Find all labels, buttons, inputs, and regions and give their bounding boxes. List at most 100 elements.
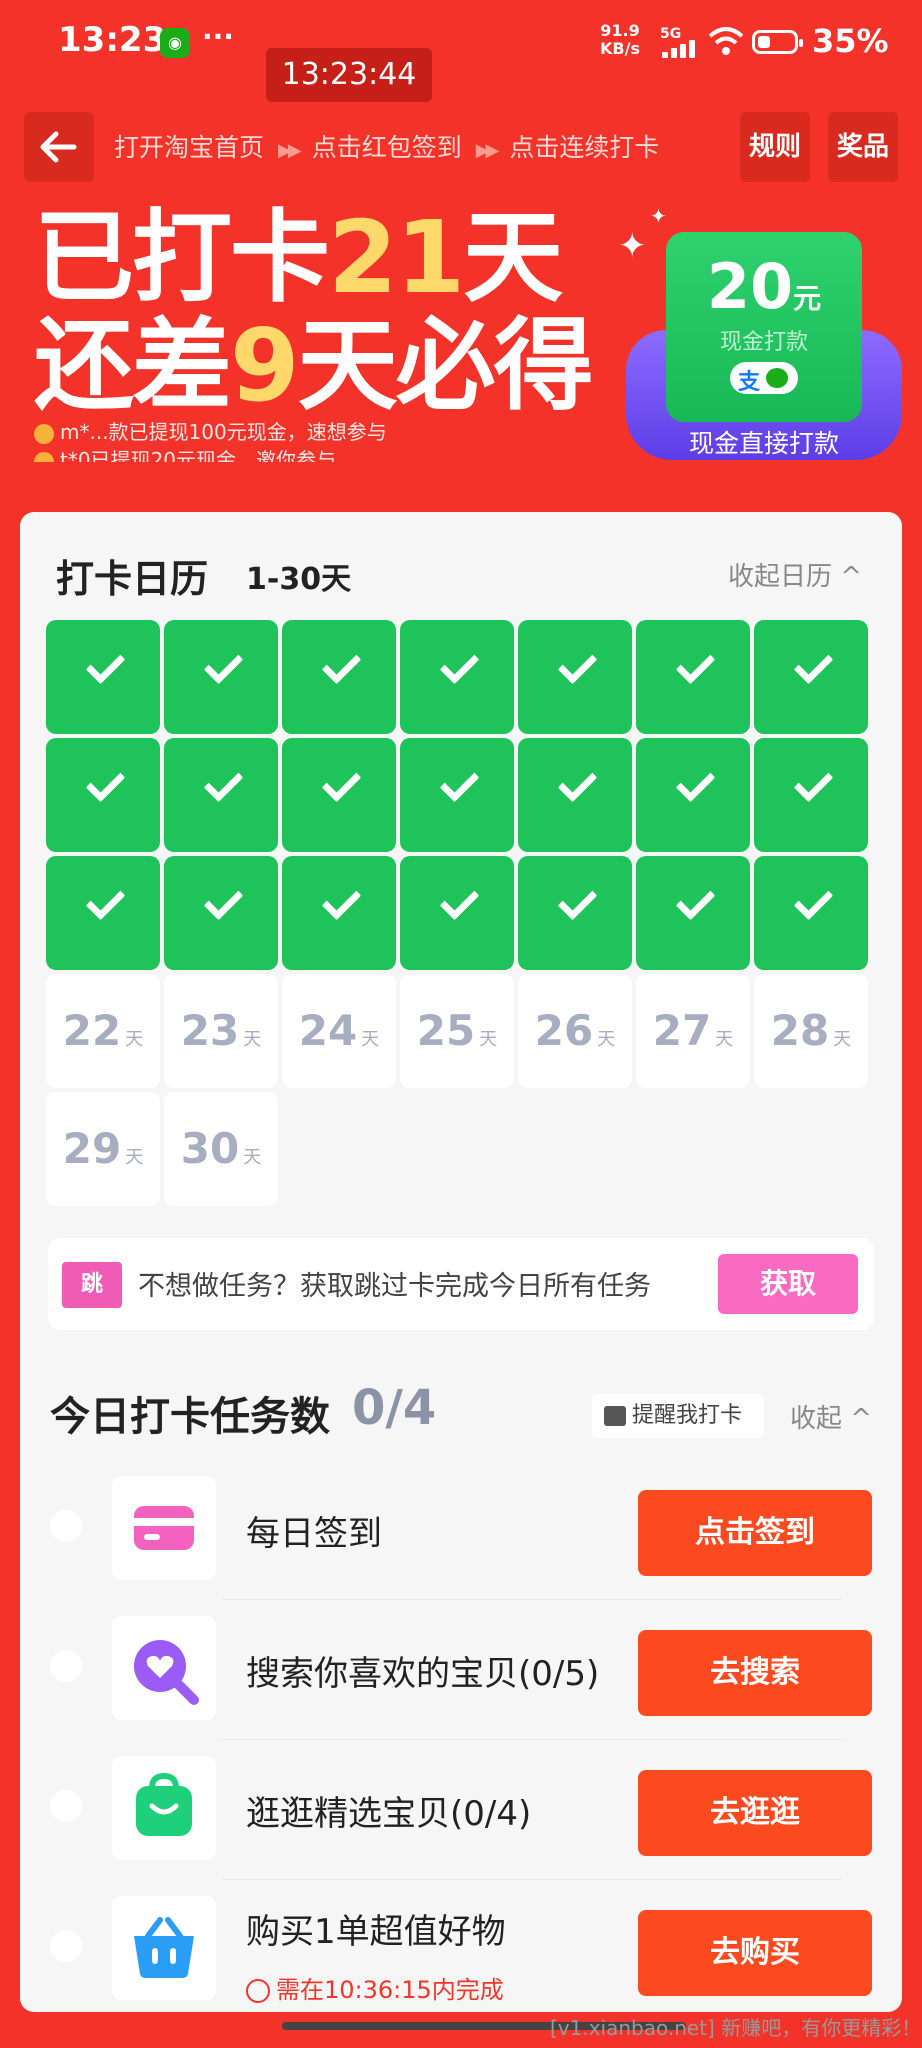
day-number: 23 (180, 1006, 240, 1055)
clock-icon (246, 1979, 270, 2003)
day-unit: 天 (715, 1029, 734, 1050)
checkmark-icon (203, 644, 244, 685)
calendar-day-pending: 26 天 (518, 974, 632, 1088)
task-item: 搜索你喜欢的宝贝(0/5) 去搜索 (40, 1602, 880, 1740)
collapse-calendar-button[interactable]: 收起日历 ^ (728, 556, 862, 593)
calendar-day-pending: 29 天 (46, 1092, 160, 1206)
wechat-icon: ◉ (160, 28, 190, 58)
day-unit: 天 (479, 1029, 498, 1050)
guide-step-1: 打开淘宝首页 (114, 133, 265, 162)
status-bar: 13:23 ◉ ··· 91.9 KB/s 5G 35% (0, 0, 922, 86)
checkmark-icon (793, 644, 834, 685)
remind-button[interactable]: 提醒我打卡 (592, 1394, 764, 1438)
checkmark-icon (203, 880, 244, 921)
withdraw-ticker: m*...款已提现100元现金，速想参与 t*0已提现20元现金，邀你参与 (34, 418, 494, 462)
checkmark-icon (85, 762, 126, 803)
divider (222, 1739, 842, 1740)
day-unit: 天 (125, 1029, 144, 1050)
step-arrow-icon: ▶▶ (278, 140, 302, 161)
network-speed-unit: KB/s (600, 39, 640, 58)
reward-amount: 20元 (666, 250, 862, 323)
ticker-text: t*0已提现20元现金，邀你参与 (60, 448, 337, 462)
checkmark-icon (321, 762, 362, 803)
go-search-button[interactable]: 去搜索 (638, 1630, 872, 1716)
calendar-day-done (164, 856, 278, 970)
calendar-day-done (636, 738, 750, 852)
remaining-days-number: 9 (230, 307, 300, 424)
wechat-pay-icon (766, 368, 788, 388)
headline-text: 天 (463, 199, 563, 316)
task-item: 每日签到 点击签到 (40, 1462, 880, 1600)
get-skip-card-button[interactable]: 获取 (718, 1254, 858, 1314)
guide-step-3: 点击连续打卡 (509, 133, 660, 162)
calendar-day-pending: 23 天 (164, 974, 278, 1088)
day-number: 30 (180, 1124, 240, 1173)
back-button[interactable] (24, 112, 94, 182)
headline-text: 还差 (34, 307, 232, 424)
remind-label: 提醒我打卡 (632, 1403, 743, 1428)
calendar-day-pending: 27 天 (636, 974, 750, 1088)
guide-steps: 打开淘宝首页 ▶▶ 点击红包签到 ▶▶ 点击连续打卡 (114, 128, 659, 164)
headline-text: 已打卡 (34, 199, 330, 316)
calendar-day-pending: 25 天 (400, 974, 514, 1088)
step-arrow-icon: ▶▶ (475, 140, 500, 161)
day-number: 27 (652, 1006, 712, 1055)
card-icon (112, 1476, 216, 1580)
overlay-clock: 13:23:44 (266, 48, 432, 102)
calendar-day-done (754, 856, 868, 970)
reward-amount-value: 20 (706, 250, 794, 323)
calendar-day-done (400, 738, 514, 852)
calendar-day-done (282, 620, 396, 734)
task-item: 逛逛精选宝贝(0/4) 去逛逛 (40, 1742, 880, 1880)
task-status-radio (50, 1510, 82, 1542)
checkmark-icon (85, 880, 126, 921)
watermark: [v1.xianbao.net] 新赚吧，有你更精彩！ (550, 2016, 922, 2040)
calendar-day-done (400, 856, 514, 970)
checkmark-icon (793, 880, 834, 921)
user-avatar-icon (34, 451, 54, 462)
top-nav: 打开淘宝首页 ▶▶ 点击红包签到 ▶▶ 点击连续打卡 规则 奖品 (0, 110, 922, 186)
calendar-day-done (282, 856, 396, 970)
task-name: 购买1单超值好物 (246, 1912, 506, 1952)
calendar-day-done (164, 738, 278, 852)
sparkle-icon: ✦ (618, 226, 647, 266)
go-browse-button[interactable]: 去逛逛 (638, 1770, 872, 1856)
calendar-grid: 22 天 23 天 24 天 25 天 26 天 27 天 28 天 29 天 30 天 (46, 620, 868, 1206)
reward-card[interactable]: 20元 现金打款 支 (666, 232, 862, 422)
battery-percent: 35% (812, 22, 889, 60)
checked-days-number: 21 (328, 199, 465, 316)
status-more-dots: ··· (202, 20, 234, 53)
prizes-button[interactable]: 奖品 (828, 112, 898, 182)
divider (222, 1879, 842, 1880)
task-deadline: 需在10:36:15内完成 (246, 1970, 504, 2005)
ticker-item: m*...款已提现100元现金，速想参与 (34, 418, 494, 446)
reward-amount-unit: 元 (793, 282, 822, 315)
calendar-title: 打卡日历 (56, 557, 209, 601)
day-number: 25 (416, 1006, 476, 1055)
task-status-radio (50, 1930, 82, 1962)
headline-text: 天必得 (297, 307, 594, 424)
go-buy-button[interactable]: 去购买 (638, 1910, 872, 1996)
calendar-day-done (636, 856, 750, 970)
calendar-day-done (46, 620, 160, 734)
calendar-day-done (518, 738, 632, 852)
calendar-day-done (754, 738, 868, 852)
checkmark-icon (321, 644, 362, 685)
signal-icon (662, 40, 696, 58)
calendar-day-done (282, 738, 396, 852)
collapse-tasks-button[interactable]: 收起 ^ (790, 1398, 872, 1435)
checkmark-icon (557, 762, 598, 803)
network-speed-value: 91.9 (600, 21, 640, 40)
checkmark-icon (85, 644, 126, 685)
sign-in-button[interactable]: 点击签到 (638, 1490, 872, 1576)
task-name: 逛逛精选宝贝(0/4) (246, 1794, 532, 1834)
search-heart-icon (112, 1616, 216, 1720)
rules-button[interactable]: 规则 (740, 112, 810, 182)
calendar-day-done (636, 620, 750, 734)
day-number: 26 (534, 1006, 594, 1055)
calendar-icon (604, 1406, 626, 1426)
day-number: 28 (770, 1006, 830, 1055)
skip-card-banner: 跳 不想做任务？获取跳过卡完成今日所有任务 获取 (48, 1238, 874, 1330)
shopping-bag-icon (112, 1756, 216, 1860)
checkmark-icon (557, 644, 598, 685)
